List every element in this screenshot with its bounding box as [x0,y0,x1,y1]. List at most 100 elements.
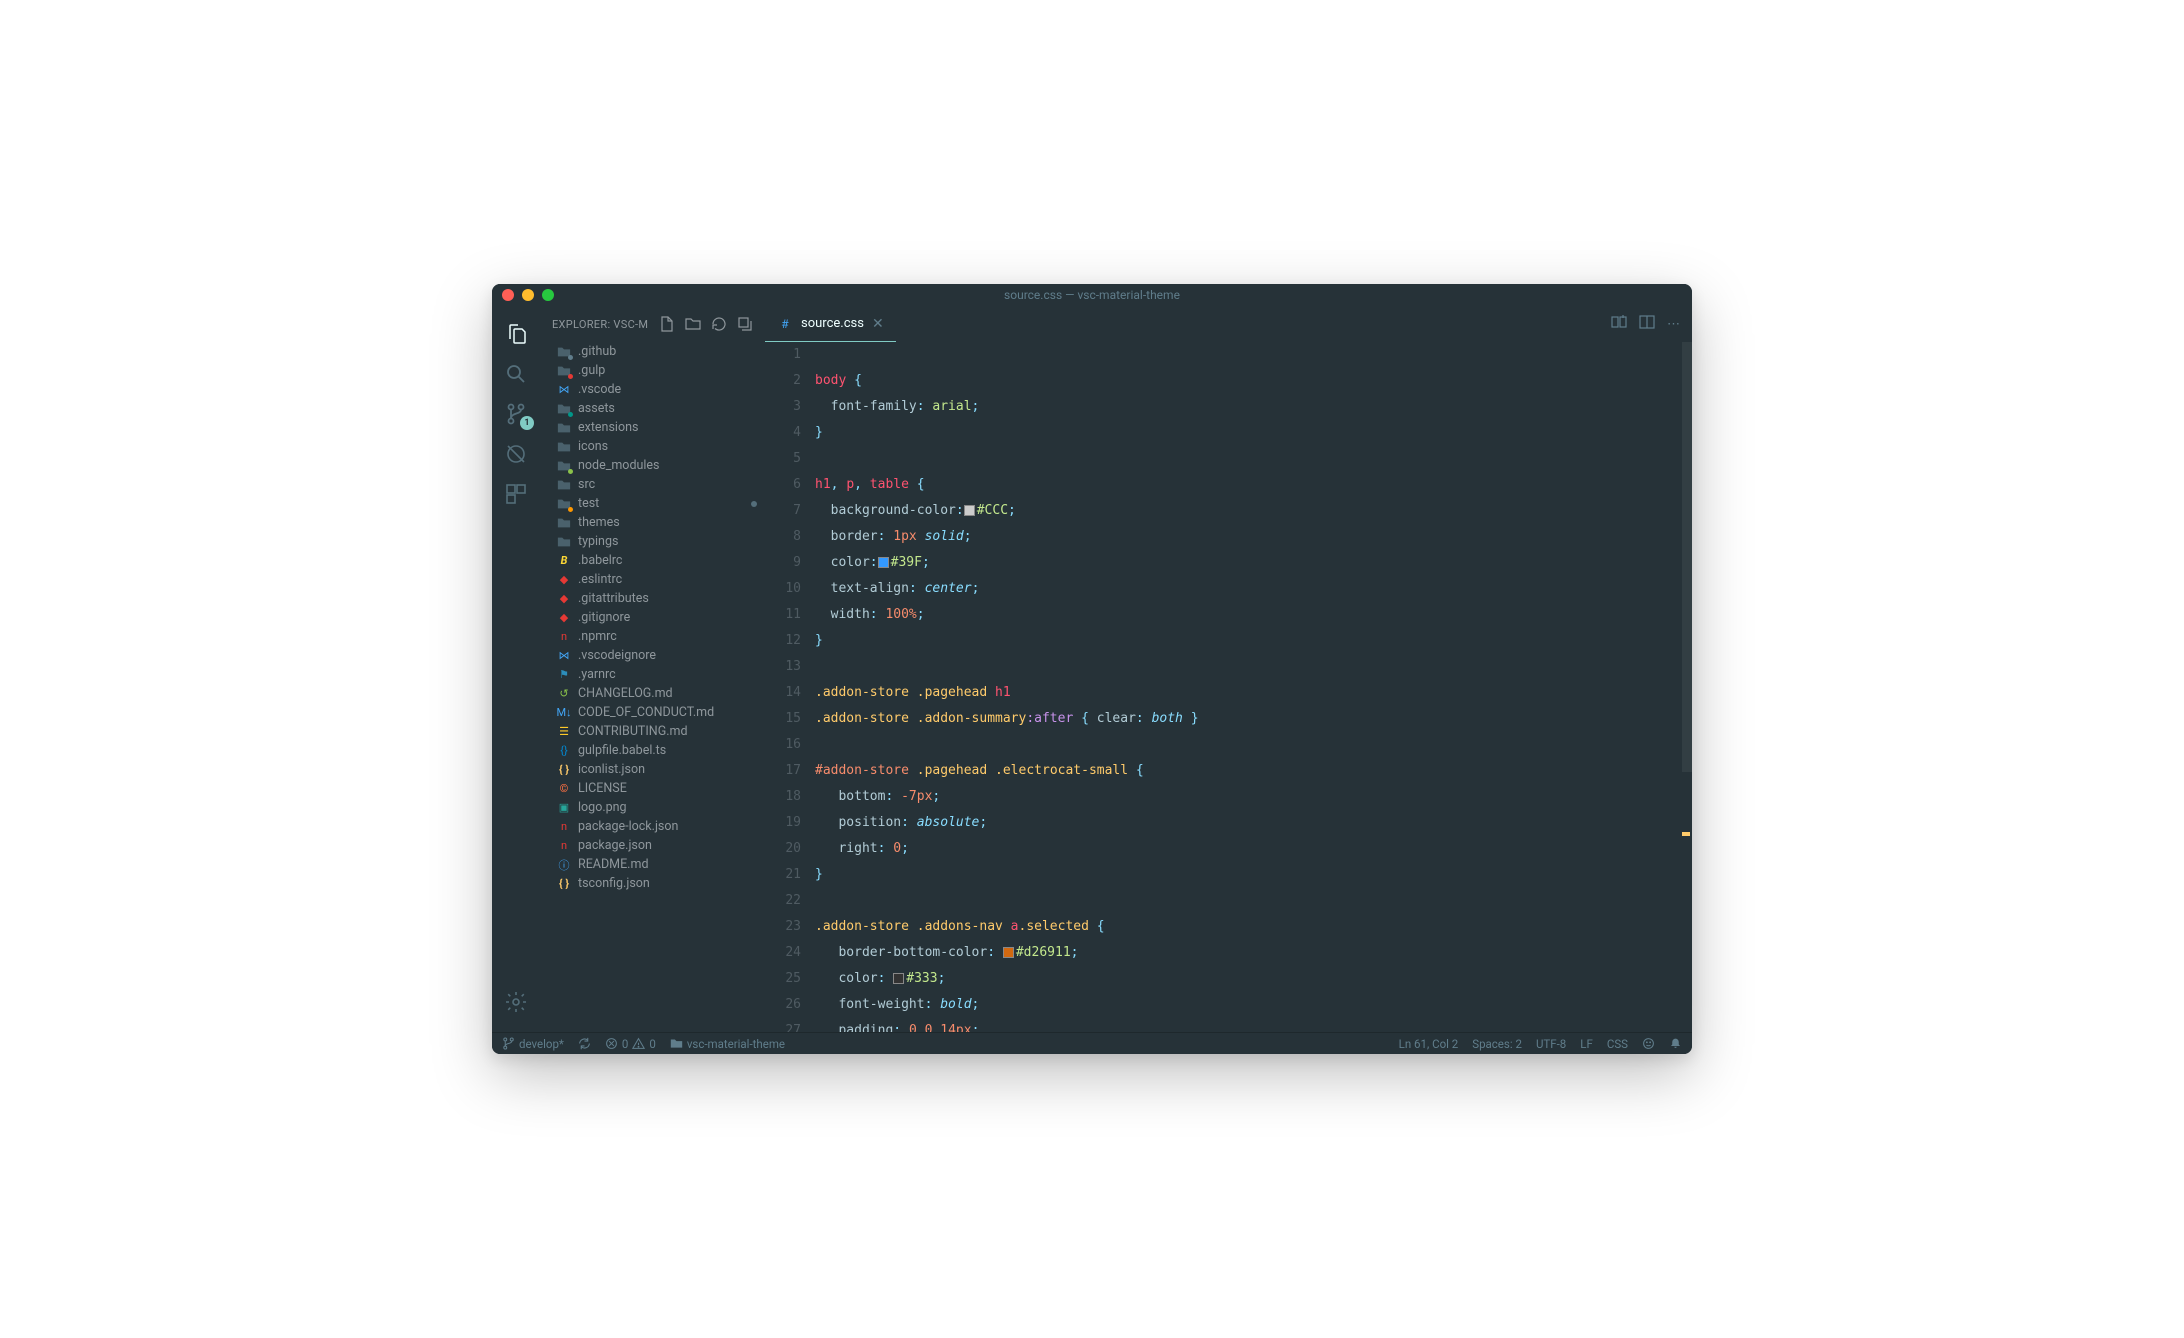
code-line[interactable]: font-family: arial; [815,394,1680,420]
tree-item[interactable]: npackage-lock.json [540,817,765,836]
tree-item[interactable]: icons [540,437,765,456]
folder-teal-icon [556,401,572,417]
minimize-window-button[interactable] [522,289,534,301]
tree-item[interactable]: themes [540,513,765,532]
tree-item[interactable]: n.npmrc [540,627,765,646]
tree-item[interactable]: M↓CODE_OF_CONDUCT.md [540,703,765,722]
explorer-sidebar: EXPLORER: VSC-M .github.gulp⋈.vscodeasse… [540,306,765,1032]
code-line[interactable]: .addon-store .addon-summary:after { clea… [815,706,1680,732]
activity-explorer[interactable] [492,314,540,354]
code-line[interactable]: width: 100%; [815,602,1680,628]
code-line[interactable]: } [815,628,1680,654]
close-window-button[interactable] [502,289,514,301]
search-icon [504,362,528,386]
code-line[interactable] [815,654,1680,680]
tree-item[interactable]: src [540,475,765,494]
collapse-all-button[interactable] [737,316,753,332]
code-line[interactable] [815,446,1680,472]
activity-extensions[interactable] [492,474,540,514]
yellbrace-icon: { } [556,762,572,778]
color-swatch [1003,947,1014,958]
code-line[interactable]: } [815,420,1680,446]
compare-changes-button[interactable] [1611,314,1627,334]
close-tab-button[interactable]: ✕ [872,316,884,332]
status-branch[interactable]: develop* [502,1037,564,1051]
code-line[interactable]: right: 0; [815,836,1680,862]
status-indent[interactable]: Spaces: 2 [1472,1037,1522,1051]
tree-item[interactable]: .github [540,342,765,361]
code-line[interactable]: #addon-store .pagehead .electrocat-small… [815,758,1680,784]
code-line[interactable]: h1, p, table { [815,472,1680,498]
code-line[interactable]: .addon-store .addons-nav a.selected { [815,914,1680,940]
refresh-button[interactable] [711,316,727,332]
more-actions-button[interactable]: ⋯ [1667,317,1680,332]
tree-item[interactable]: ⋈.vscodeignore [540,646,765,665]
tree-item[interactable]: { }iconlist.json [540,760,765,779]
babel-icon: B [556,553,572,569]
status-notifications[interactable] [1669,1037,1682,1051]
tree-item[interactable]: ◆.eslintrc [540,570,765,589]
status-folder[interactable]: vsc-material-theme [670,1037,785,1051]
minimap-scroll-indicator[interactable] [1682,342,1692,772]
tree-item[interactable]: { }tsconfig.json [540,874,765,893]
code-line[interactable]: background-color:#CCC; [815,498,1680,524]
code-line[interactable]: text-align: center; [815,576,1680,602]
tree-item[interactable]: ☰CONTRIBUTING.md [540,722,765,741]
tree-item[interactable]: ©LICENSE [540,779,765,798]
code-line[interactable]: padding: 0 0 14px; [815,1018,1680,1032]
code-line[interactable] [815,342,1680,368]
activity-debug[interactable] [492,434,540,474]
activity-search[interactable] [492,354,540,394]
status-eol[interactable]: LF [1580,1037,1593,1051]
tree-item[interactable]: assets [540,399,765,418]
code-line[interactable]: .addon-store .pagehead h1 [815,680,1680,706]
status-problems[interactable]: 0 0 [605,1037,656,1051]
tree-item[interactable]: .gulp [540,361,765,380]
code-line[interactable]: bottom: -7px; [815,784,1680,810]
split-editor-button[interactable] [1639,314,1655,334]
tree-item[interactable]: ⋈.vscode [540,380,765,399]
code-area[interactable]: 1234567891011121314151617181920212223242… [765,342,1692,1032]
status-cursor[interactable]: Ln 61, Col 2 [1399,1037,1459,1051]
status-sync[interactable] [578,1037,591,1050]
tree-item[interactable]: npackage.json [540,836,765,855]
new-file-button[interactable] [659,316,675,332]
editor-area: # source.css ✕ ⋯ 12345678910111213141516… [765,306,1692,1032]
css-icon: # [777,316,793,332]
tree-item[interactable]: ▣logo.png [540,798,765,817]
tree-item[interactable]: ↺CHANGELOG.md [540,684,765,703]
file-tree[interactable]: .github.gulp⋈.vscodeassetsextensionsicon… [540,342,765,1032]
code-line[interactable]: } [815,862,1680,888]
activity-settings[interactable] [492,982,540,1022]
minimap[interactable] [1680,342,1692,1032]
tree-item-label: src [578,477,595,492]
code-line[interactable]: color: #333; [815,966,1680,992]
tab-source-css[interactable]: # source.css ✕ [765,306,896,342]
sidebar-actions [659,316,753,332]
tree-item[interactable]: B.babelrc [540,551,765,570]
status-encoding[interactable]: UTF-8 [1536,1037,1566,1051]
tree-item[interactable]: ◆.gitattributes [540,589,765,608]
code-line[interactable]: font-weight: bold; [815,992,1680,1018]
code-line[interactable] [815,732,1680,758]
tree-item[interactable]: ⚑.yarnrc [540,665,765,684]
tree-item[interactable]: ⓘREADME.md [540,855,765,874]
tree-item[interactable]: node_modules [540,456,765,475]
status-language[interactable]: CSS [1607,1037,1628,1051]
tree-item[interactable]: typings [540,532,765,551]
code-line[interactable]: position: absolute; [815,810,1680,836]
code-line[interactable]: border: 1px solid; [815,524,1680,550]
status-feedback[interactable] [1642,1037,1655,1051]
tree-item[interactable]: ◆.gitignore [540,608,765,627]
code-line[interactable]: body { [815,368,1680,394]
new-folder-button[interactable] [685,316,701,332]
tree-item[interactable]: extensions [540,418,765,437]
tree-item[interactable]: test [540,494,765,513]
code-line[interactable]: border-bottom-color: #d26911; [815,940,1680,966]
activity-source-control[interactable]: 1 [492,394,540,434]
tree-item[interactable]: {}gulpfile.babel.ts [540,741,765,760]
code-content[interactable]: body { font-family: arial;} h1, p, table … [815,342,1680,1032]
code-line[interactable] [815,888,1680,914]
maximize-window-button[interactable] [542,289,554,301]
code-line[interactable]: color:#39F; [815,550,1680,576]
